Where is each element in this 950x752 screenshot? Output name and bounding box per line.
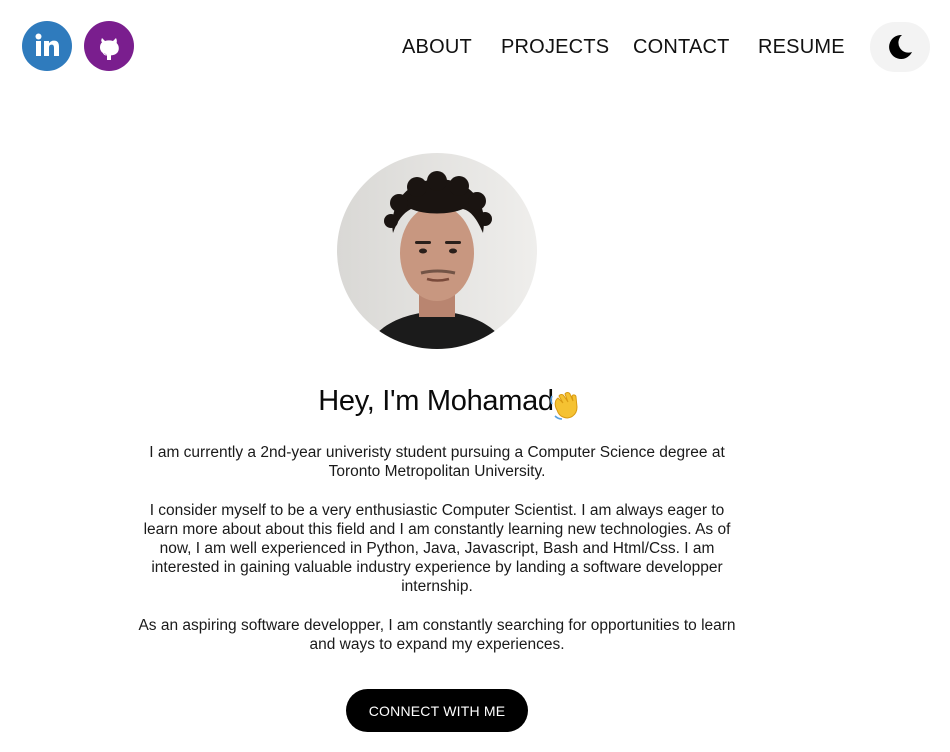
nav-about[interactable]: ABOUT bbox=[402, 36, 472, 59]
moon-icon bbox=[889, 34, 912, 59]
site-header: ABOUT PROJECTS CONTACT RESUME bbox=[0, 0, 950, 95]
theme-toggle-button[interactable] bbox=[870, 22, 930, 72]
nav-contact[interactable]: CONTACT bbox=[633, 36, 730, 59]
waving-hand-icon bbox=[550, 392, 578, 420]
github-icon bbox=[100, 38, 119, 60]
page-title: Hey, I'm Mohamad bbox=[318, 385, 554, 417]
bio-paragraph-3: As an aspiring software developper, I am… bbox=[138, 617, 736, 653]
nav-projects[interactable]: PROJECTS bbox=[501, 36, 609, 59]
bio-paragraph-2: I consider myself to be a very enthusias… bbox=[143, 502, 731, 595]
profile-photo bbox=[337, 153, 537, 349]
bio-paragraph-1: I am currently a 2nd-year univeristy stu… bbox=[149, 444, 725, 480]
linkedin-icon bbox=[35, 33, 59, 56]
nav-resume[interactable]: RESUME bbox=[758, 36, 845, 59]
linkedin-link[interactable] bbox=[22, 21, 72, 71]
connect-with-me-button[interactable]: CONNECT WITH ME bbox=[346, 689, 528, 732]
github-link[interactable] bbox=[84, 21, 134, 71]
